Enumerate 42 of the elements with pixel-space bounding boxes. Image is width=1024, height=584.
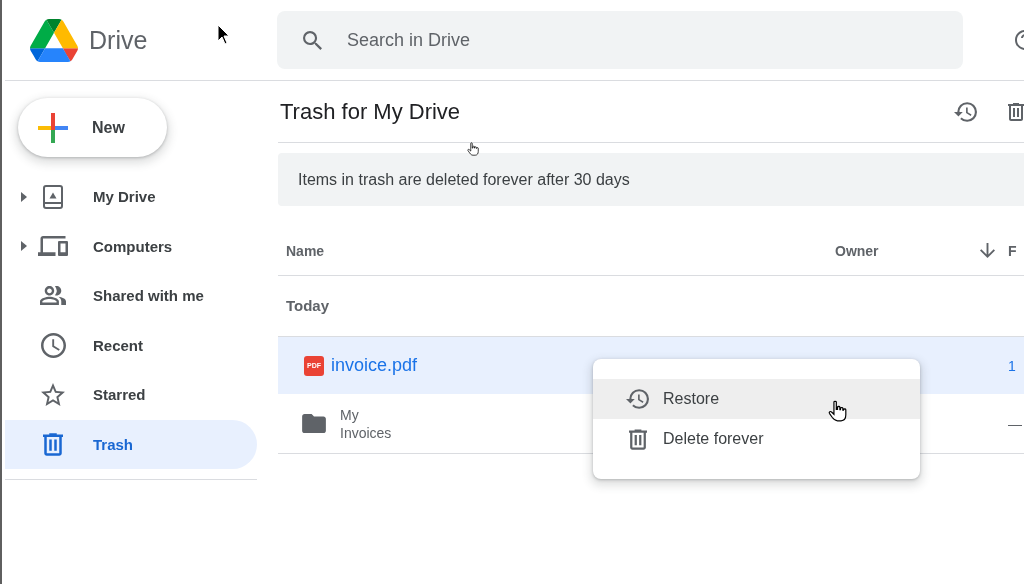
drive-icon <box>43 184 63 209</box>
section-label: Today <box>285 296 331 316</box>
folder-icon <box>302 414 326 433</box>
table-cell-text: 1 <box>1007 357 1017 374</box>
clock-icon <box>40 332 66 358</box>
page-title: Trash for My Drive <box>279 98 462 125</box>
notice-banner: Items in trash are deleted forever after 30 days <box>278 153 1024 206</box>
expand-arrow-icon[interactable] <box>21 191 27 202</box>
new-button[interactable]: New <box>18 98 167 157</box>
hand-cursor-icon <box>467 142 479 156</box>
people-icon <box>40 286 66 306</box>
pointer-cursor-icon <box>217 24 230 45</box>
nav-item[interactable]: Computers <box>5 221 257 271</box>
search-icon <box>303 31 322 50</box>
help-icon[interactable] <box>1015 29 1024 51</box>
column-header[interactable]: Owner <box>835 242 879 259</box>
trash-icon <box>628 428 647 450</box>
history-icon <box>626 389 649 409</box>
nav-item[interactable]: Starred <box>5 370 257 420</box>
nav-item[interactable]: Trash <box>5 419 257 469</box>
star-icon <box>41 383 65 407</box>
nav-item[interactable]: Shared with me <box>5 271 257 321</box>
expand-arrow-icon[interactable] <box>21 241 27 252</box>
menu-item[interactable]: Restore <box>593 379 920 419</box>
column-header[interactable]: F <box>1008 242 1017 259</box>
menu-item[interactable]: Delete forever <box>593 419 920 459</box>
history-icon[interactable] <box>954 101 977 122</box>
file-name[interactable]: invoice.pdf <box>331 355 418 376</box>
table-cell-text: — <box>1007 415 1023 432</box>
triangle-logo-icon <box>30 18 78 62</box>
trash-icon <box>43 432 63 456</box>
plus-icon <box>38 112 68 143</box>
file-name[interactable]: My Invoices <box>340 405 402 442</box>
nav-item[interactable]: Recent <box>5 320 257 370</box>
trash-icon[interactable] <box>1008 102 1024 121</box>
search-field[interactable]: Search in Drive <box>277 11 963 69</box>
devices-icon <box>38 236 68 257</box>
sort-arrow-icon[interactable] <box>980 243 995 258</box>
column-header[interactable]: Name <box>286 242 325 259</box>
app-name: Drive <box>89 25 148 55</box>
hand-cursor-icon <box>828 400 847 422</box>
nav-item[interactable]: My Drive <box>5 172 257 222</box>
